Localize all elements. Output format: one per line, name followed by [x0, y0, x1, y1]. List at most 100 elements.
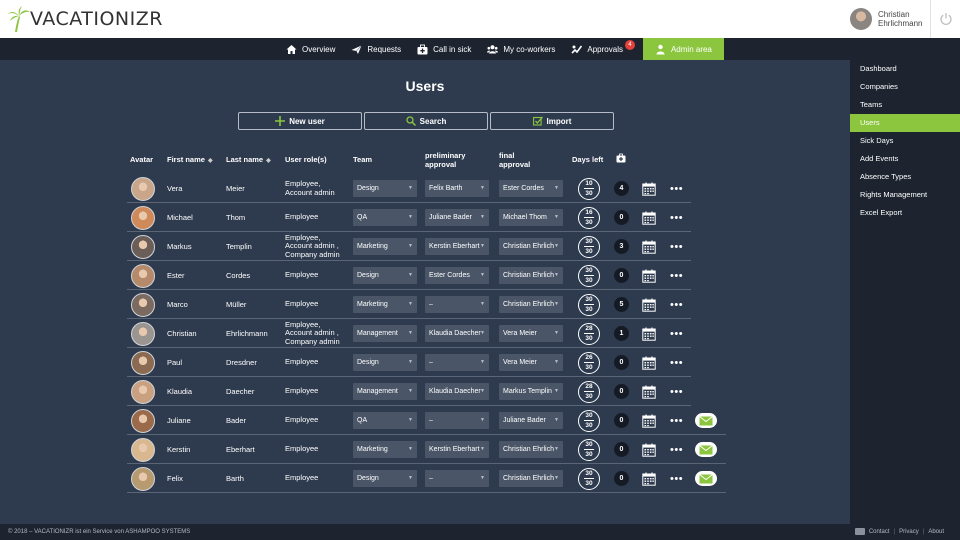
calendar-icon[interactable] — [642, 269, 656, 283]
privacy-link[interactable]: Privacy — [899, 529, 919, 535]
sidebar-item-add-events[interactable]: Add Events — [850, 150, 960, 168]
avatar[interactable] — [131, 234, 155, 259]
more-options-icon[interactable]: ••• — [670, 174, 683, 203]
avatar[interactable] — [131, 321, 155, 346]
calendar-icon[interactable] — [642, 240, 656, 254]
team-select[interactable]: QA ▼ — [353, 412, 417, 429]
nav-item-my-co-workers[interactable]: My co-workers — [479, 38, 563, 60]
more-options-icon[interactable]: ••• — [670, 464, 683, 493]
preliminary-approval-select[interactable]: Kerstin Eberhart ▼ — [425, 238, 489, 255]
avatar[interactable] — [131, 466, 155, 491]
calendar-icon[interactable] — [642, 356, 656, 370]
sidebar-item-absence-types[interactable]: Absence Types — [850, 168, 960, 186]
preliminary-approval-select[interactable]: Felix Barth ▼ — [425, 180, 489, 197]
avatar[interactable] — [131, 176, 155, 201]
preliminary-approval-select[interactable]: Juliane Bader ▼ — [425, 209, 489, 226]
header-first-name[interactable]: First name ◆ — [167, 155, 213, 166]
team-select[interactable]: Marketing ▼ — [353, 296, 417, 313]
chevron-down-icon: ▼ — [554, 243, 559, 249]
team-select[interactable]: Management ▼ — [353, 383, 417, 400]
avatar[interactable] — [131, 408, 155, 433]
send-invitation-button[interactable] — [695, 413, 717, 428]
contact-link[interactable]: Contact — [869, 529, 890, 535]
preliminary-approval-select[interactable]: – ▼ — [425, 296, 489, 313]
calendar-icon[interactable] — [642, 414, 656, 428]
team-select[interactable]: QA ▼ — [353, 209, 417, 226]
avatar[interactable] — [131, 205, 155, 230]
final-approval-select[interactable]: Christian Ehrlich ▼ — [499, 267, 563, 284]
team-select[interactable]: Marketing ▼ — [353, 238, 417, 255]
team-select[interactable]: Management ▼ — [353, 325, 417, 342]
sidebar-item-users[interactable]: Users — [850, 114, 960, 132]
team-select[interactable]: Design ▼ — [353, 470, 417, 487]
calendar-icon[interactable] — [642, 211, 656, 225]
calendar-icon[interactable] — [642, 443, 656, 457]
more-options-icon[interactable]: ••• — [670, 406, 683, 435]
avatar[interactable] — [131, 263, 155, 288]
new-user-button[interactable]: New user — [238, 112, 362, 130]
team-select[interactable]: Design ▼ — [353, 267, 417, 284]
sidebar-item-companies[interactable]: Companies — [850, 78, 960, 96]
more-options-icon[interactable]: ••• — [670, 290, 683, 319]
search-button[interactable]: Search — [364, 112, 488, 130]
preliminary-approval-select[interactable]: – ▼ — [425, 412, 489, 429]
sidebar-item-excel-export[interactable]: Excel Export — [850, 204, 960, 222]
logo[interactable]: VACATIONIZR — [8, 6, 163, 32]
sidebar-item-sick-days[interactable]: Sick Days — [850, 132, 960, 150]
current-user-name[interactable]: Christian Ehrlichmann — [878, 10, 930, 28]
sidebar-item-rights-management[interactable]: Rights Management — [850, 186, 960, 204]
final-approval-select[interactable]: Vera Meier ▼ — [499, 325, 563, 342]
nav-item-requests[interactable]: Requests — [343, 38, 409, 60]
more-options-icon[interactable]: ••• — [670, 348, 683, 377]
sick-days-cell: 0 — [614, 377, 629, 406]
sidebar-item-dashboard[interactable]: Dashboard — [850, 60, 960, 78]
nav-item-admin-area[interactable]: Admin area — [642, 38, 724, 60]
final-approval-select[interactable]: Christian Ehrlich ▼ — [499, 470, 563, 487]
final-approval-select[interactable]: Vera Meier ▼ — [499, 354, 563, 371]
logout-button[interactable] — [930, 0, 960, 38]
preliminary-approval-select[interactable]: – ▼ — [425, 354, 489, 371]
avatar[interactable] — [131, 292, 155, 317]
more-options-icon[interactable]: ••• — [670, 435, 683, 464]
nav-item-call-in-sick[interactable]: Call in sick — [409, 38, 479, 60]
send-invitation-button[interactable] — [695, 471, 717, 486]
calendar-icon[interactable] — [642, 298, 656, 312]
team-select[interactable]: Design ▼ — [353, 354, 417, 371]
current-user-avatar[interactable] — [850, 8, 872, 30]
sidebar-item-teams[interactable]: Teams — [850, 96, 960, 114]
import-button[interactable]: Import — [490, 112, 614, 130]
avatar[interactable] — [131, 437, 155, 462]
more-options-icon[interactable]: ••• — [670, 203, 683, 232]
preliminary-approval-select[interactable]: Klaudia Daecher ▼ — [425, 325, 489, 342]
final-approval-select[interactable]: Ester Cordes ▼ — [499, 180, 563, 197]
more-options-icon[interactable]: ••• — [670, 377, 683, 406]
avatar-cell — [131, 261, 155, 290]
team-select[interactable]: Design ▼ — [353, 180, 417, 197]
first-name: Vera — [167, 184, 183, 193]
preliminary-approval-select[interactable]: Kerstin Eberhart ▼ — [425, 441, 489, 458]
final-approval-select[interactable]: Michael Thom ▼ — [499, 209, 563, 226]
final-approval-select[interactable]: Juliane Bader ▼ — [499, 412, 563, 429]
final-approval-select[interactable]: Christian Ehrlich ▼ — [499, 296, 563, 313]
avatar[interactable] — [131, 350, 155, 375]
header-last-name[interactable]: Last name ◆ — [226, 155, 271, 166]
more-options-icon[interactable]: ••• — [670, 319, 683, 348]
final-approval-select[interactable]: Christian Ehrlich ▼ — [499, 441, 563, 458]
more-options-icon[interactable]: ••• — [670, 261, 683, 290]
calendar-icon[interactable] — [642, 182, 656, 196]
preliminary-approval-select[interactable]: – ▼ — [425, 470, 489, 487]
more-options-icon[interactable]: ••• — [670, 232, 683, 261]
team-select[interactable]: Marketing ▼ — [353, 441, 417, 458]
preliminary-approval-select[interactable]: Ester Cordes ▼ — [425, 267, 489, 284]
about-link[interactable]: About — [928, 529, 944, 535]
nav-item-overview[interactable]: Overview — [278, 38, 343, 60]
send-invitation-button[interactable] — [695, 442, 717, 457]
nav-item-approvals[interactable]: Approvals 4 — [563, 38, 643, 60]
final-approval-select[interactable]: Christian Ehrlich ▼ — [499, 238, 563, 255]
calendar-icon[interactable] — [642, 385, 656, 399]
preliminary-approval-select[interactable]: Klaudia Daecher ▼ — [425, 383, 489, 400]
calendar-icon[interactable] — [642, 327, 656, 341]
final-approval-select[interactable]: Markus Templin ▼ — [499, 383, 563, 400]
avatar[interactable] — [131, 379, 155, 404]
calendar-icon[interactable] — [642, 472, 656, 486]
